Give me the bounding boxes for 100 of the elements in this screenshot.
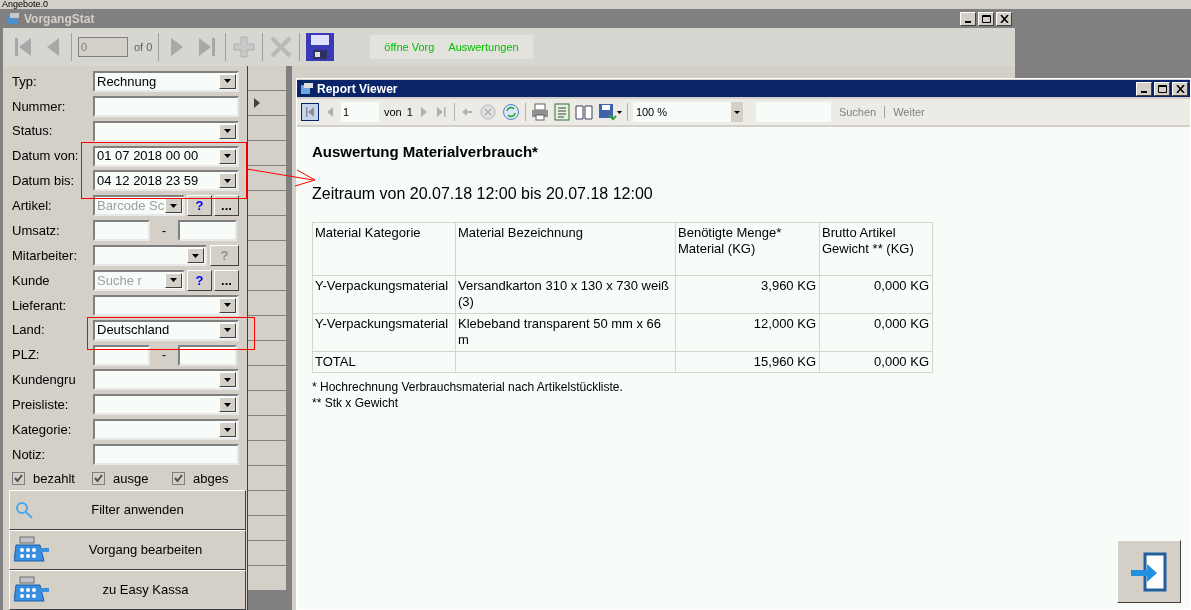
zoom-dropdown[interactable]: 100 % [632, 102, 743, 122]
minimize-button[interactable] [960, 11, 976, 26]
input-field[interactable] [93, 95, 239, 117]
checkbox-label: abges [193, 470, 229, 487]
field-label: Land: [12, 321, 46, 340]
dropdown-button[interactable] [219, 422, 236, 438]
column-header: Material Kategorie [312, 222, 456, 275]
field-label: Nummer: [12, 97, 67, 116]
page-count: 1 [406, 104, 413, 120]
refresh-icon[interactable] [501, 103, 520, 121]
input-field[interactable] [178, 220, 237, 242]
action-button[interactable]: zu Easy Kassa [9, 569, 246, 610]
field-label: Datum bis: [12, 172, 76, 191]
page-of-label: von [384, 104, 402, 120]
caret-icon [224, 129, 231, 134]
dropdown-field[interactable] [93, 245, 207, 267]
save-icon[interactable] [306, 33, 335, 61]
dropdown-button[interactable] [219, 73, 236, 89]
page-layout-icon[interactable] [553, 103, 570, 121]
table-cell: 3,960 KG [675, 275, 820, 313]
help-button[interactable]: ? [187, 195, 212, 217]
app-icon [6, 11, 20, 26]
table-cell: TOTAL [312, 351, 456, 372]
dropdown-button[interactable] [219, 322, 236, 338]
dropdown-field[interactable] [93, 294, 239, 316]
input-field[interactable] [93, 444, 239, 466]
dropdown-field[interactable] [93, 120, 239, 142]
checkmark-icon [94, 474, 103, 484]
close-button[interactable] [996, 11, 1012, 26]
dropdown-field[interactable]: Rechnung [93, 70, 239, 92]
search-link[interactable]: Weiter [890, 103, 928, 121]
caret-icon [224, 79, 231, 84]
window-title: VorgangStat [24, 10, 96, 28]
caret-icon [224, 377, 231, 382]
action-button[interactable]: Filter anwenden [9, 489, 246, 530]
maximize-icon [981, 14, 991, 23]
field-label: Lieferant: [12, 296, 68, 315]
print-icon[interactable] [530, 103, 549, 121]
checkbox-label: bezahlt [33, 470, 75, 487]
minimize-button[interactable] [1136, 81, 1152, 96]
caret-icon [192, 253, 199, 258]
dropdown-field[interactable]: 01 07 2018 00 00 [93, 145, 239, 167]
column-header: Benötigte Menge* Material (KG) [675, 222, 820, 275]
dropdown-button[interactable] [165, 272, 182, 288]
table-cell: 0,000 KG [819, 275, 933, 313]
table-cell: 12,000 KG [675, 313, 820, 351]
maximize-button[interactable] [978, 11, 994, 26]
field-label: Preisliste: [12, 396, 70, 415]
dropdown-button[interactable] [219, 397, 236, 413]
caret-icon [170, 203, 177, 208]
dropdown-button[interactable] [187, 248, 204, 264]
dropdown-field[interactable] [93, 369, 239, 391]
cash-register-icon [14, 534, 50, 565]
grid-row-header[interactable] [248, 91, 286, 116]
dropdown-field[interactable] [93, 419, 239, 441]
app-icon [301, 82, 313, 95]
dropdown-button[interactable] [219, 173, 236, 189]
dropdown-field[interactable]: 04 12 2018 23 59 [93, 170, 239, 192]
browse-button[interactable]: ... [214, 269, 239, 291]
checkmark-icon [14, 474, 23, 484]
table-cell: Y-Verpackungsmaterial [312, 275, 456, 313]
dropdown-button[interactable] [219, 297, 236, 313]
input-field[interactable] [178, 344, 237, 366]
page-field[interactable]: 1 [341, 102, 379, 122]
table-cell: 0,000 KG [819, 313, 933, 351]
dropdown-field[interactable] [93, 394, 239, 416]
close-button[interactable] [1172, 81, 1188, 96]
book-icon[interactable] [574, 103, 593, 121]
footnote: ** Stk x Gewicht [312, 394, 400, 411]
caret-icon [224, 178, 231, 183]
caret-icon [224, 303, 231, 308]
input-field[interactable] [93, 344, 150, 366]
close-icon [999, 14, 1009, 23]
caret-icon [733, 110, 740, 114]
field-label: Kunde [12, 271, 51, 290]
maximize-button[interactable] [1154, 81, 1170, 96]
field-label: Umsatz: [12, 221, 61, 240]
field-label: Typ: [12, 72, 38, 91]
table-cell: 15,960 KG [675, 351, 820, 372]
checkbox-label: ausge [113, 470, 149, 487]
action-button[interactable]: Vorgang bearbeiten [9, 529, 246, 570]
browse-button[interactable]: ... [214, 195, 239, 217]
dropdown-button[interactable] [219, 372, 236, 388]
range-separator: - [160, 221, 168, 240]
help-button[interactable]: ? [187, 269, 212, 291]
field-label: Datum von: [12, 147, 80, 166]
export-icon[interactable] [597, 103, 622, 121]
field-label: Mitarbeiter: [12, 246, 79, 265]
exit-button[interactable] [1117, 540, 1181, 603]
close-icon [1175, 84, 1185, 93]
dropdown-button[interactable] [219, 148, 236, 164]
dropdown-button[interactable] [219, 123, 236, 139]
dropdown-field[interactable]: Deutschland [93, 319, 239, 341]
report-subtitle: Zeitraum von 20.07.18 12:00 bis 20.07.18 12:00 [312, 183, 654, 204]
caret-icon [224, 402, 231, 407]
caret-icon [224, 154, 231, 159]
table-cell: Klebeband transparent 50 mm x 66 m [455, 313, 676, 351]
input-field[interactable] [93, 220, 150, 242]
record-count: of 0 [134, 39, 153, 55]
first-page-icon[interactable] [301, 103, 319, 121]
